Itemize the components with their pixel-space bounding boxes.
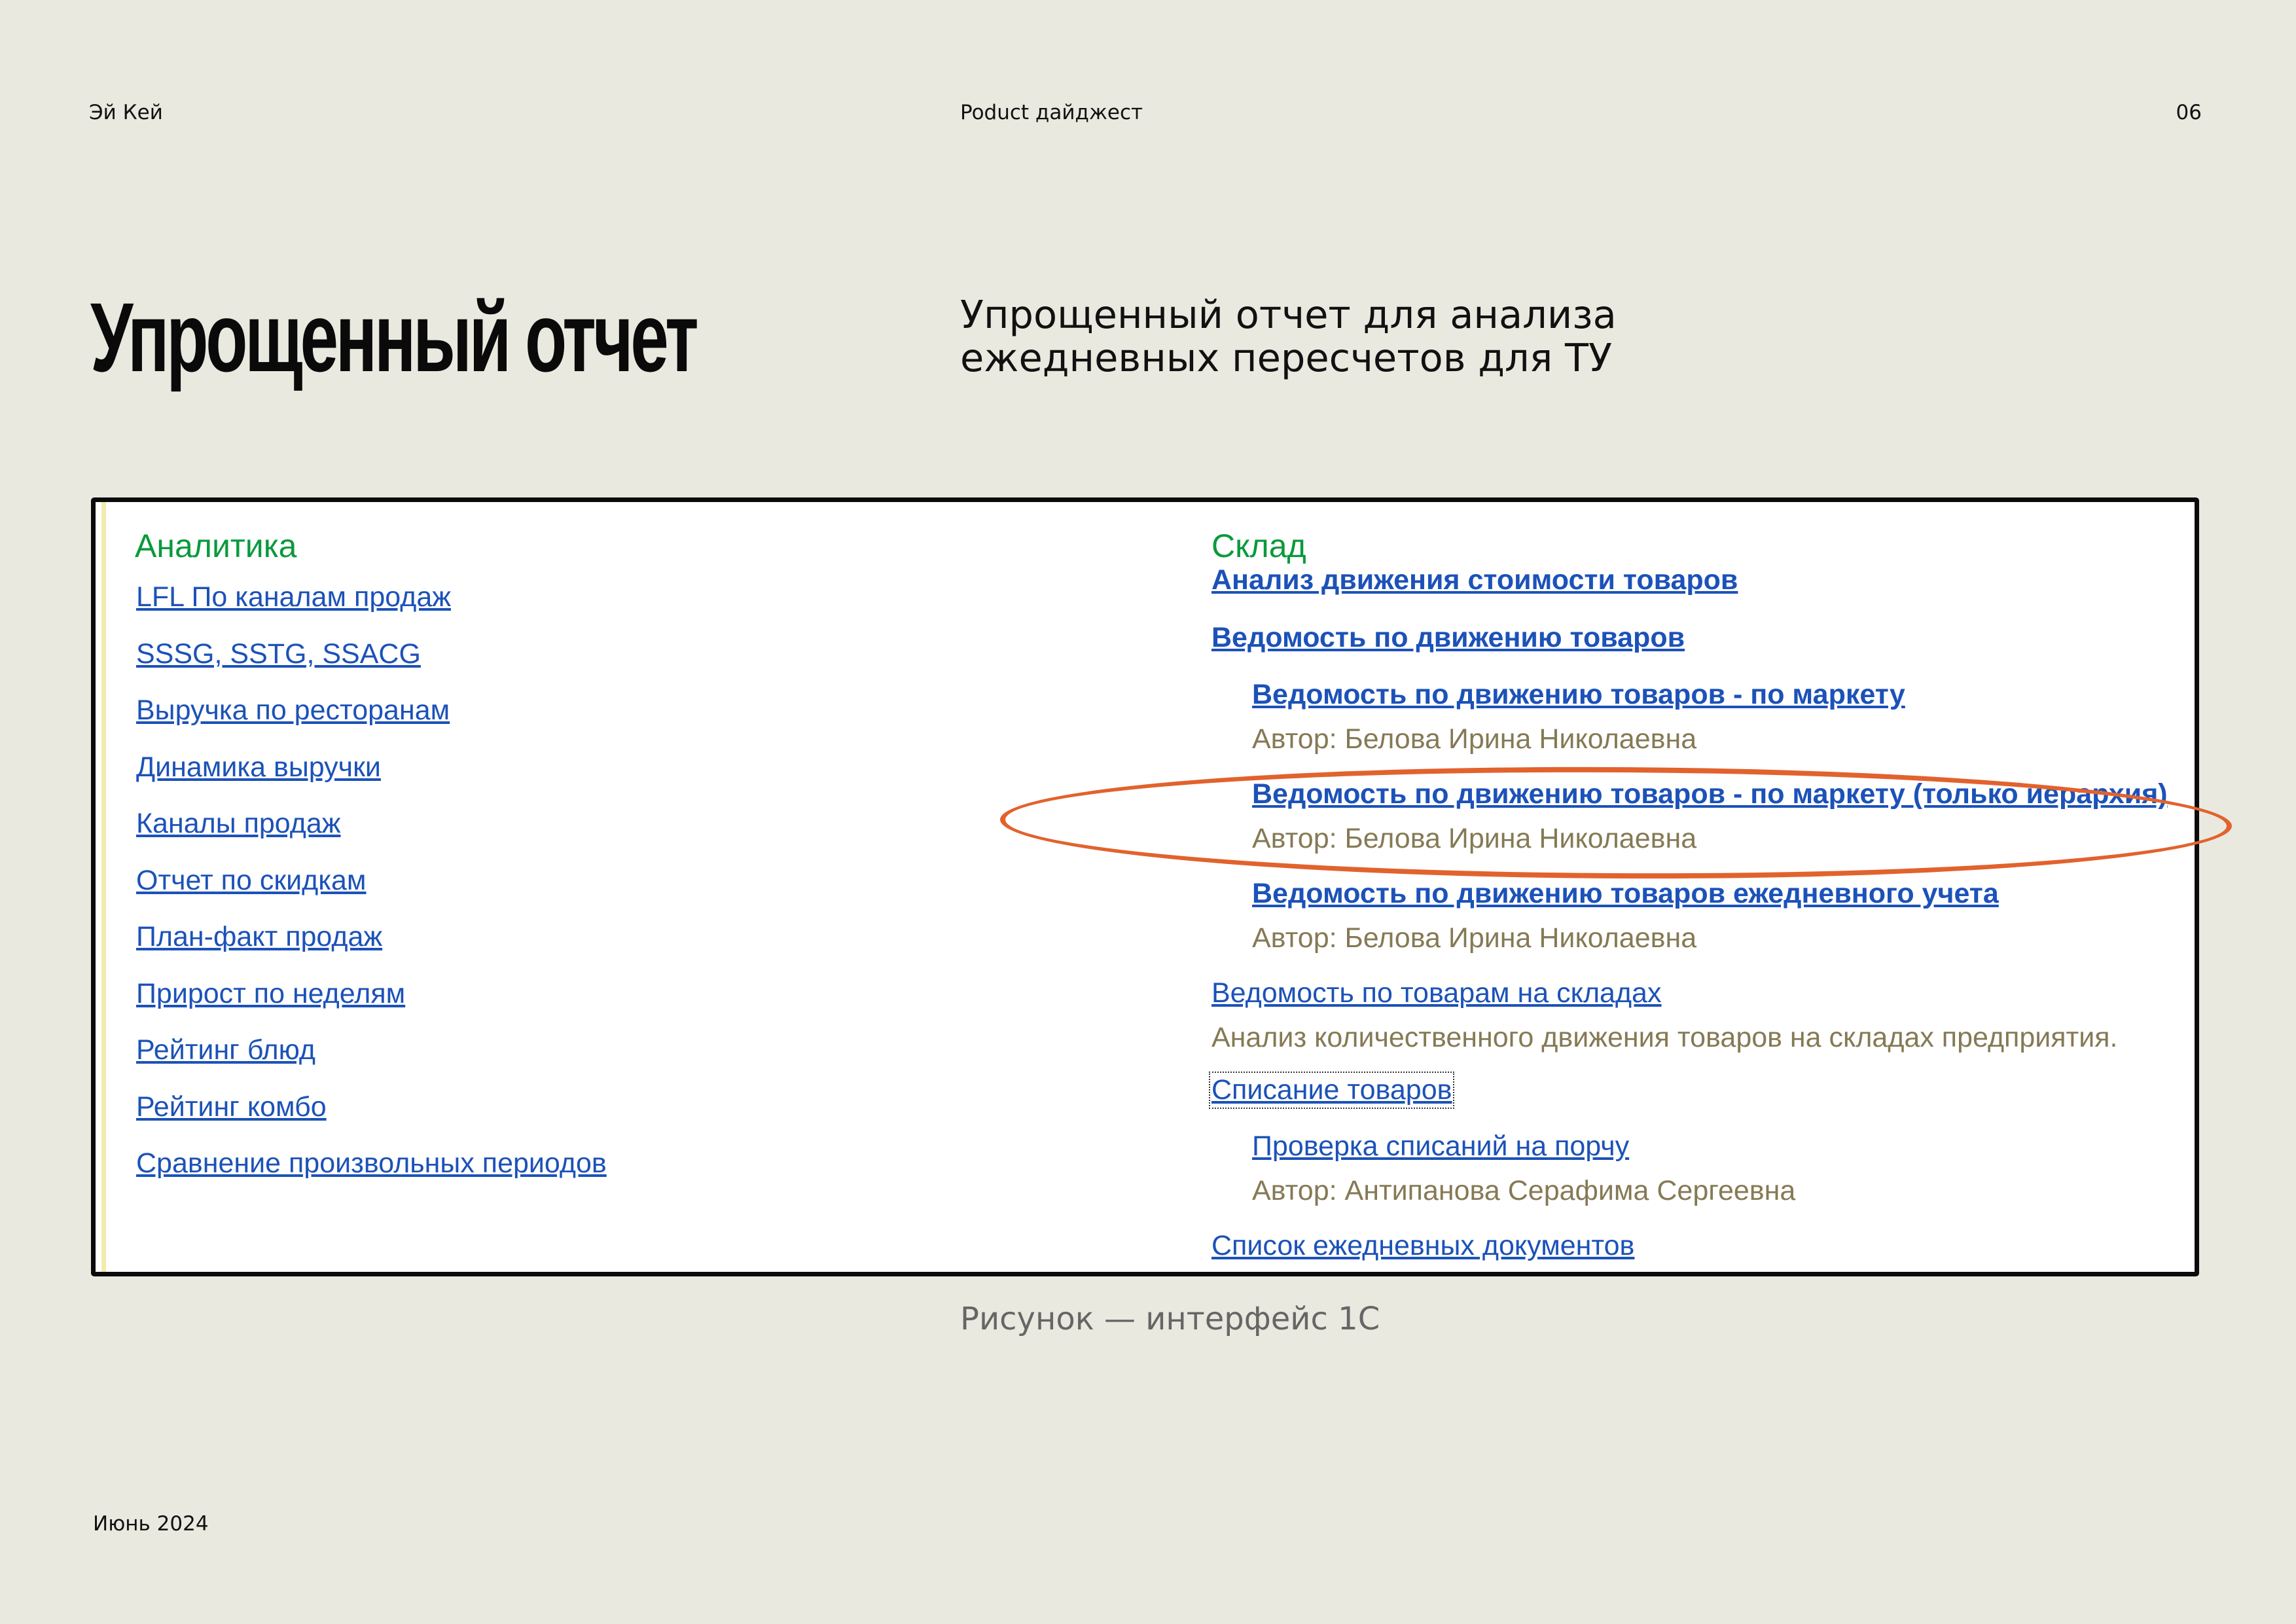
group-title-warehouse: Склад [1211, 528, 1306, 564]
group-title-analytics: Аналитика [135, 528, 297, 564]
report-link-revenue-dynamics[interactable]: Динамика выручки [136, 739, 1117, 796]
report-link-write-off[interactable]: Списание товаров [1208, 1072, 1455, 1109]
footer-date: Июнь 2024 [93, 1512, 209, 1536]
report-link-combo-rating[interactable]: Рейтинг комбо [136, 1079, 1117, 1136]
author-label: Автор: Белова Ирина Николаевна [1252, 922, 1697, 954]
report-link-lfl-channels[interactable]: LFL По каналам продаж [136, 569, 1117, 626]
group-warehouse: Склад Анализ движения стоимости товаров … [1208, 527, 2180, 1261]
page-number: 06 [2176, 101, 2202, 124]
author-label: Автор: Антипанова Серафима Сергеевна [1252, 1175, 1796, 1206]
report-link-spoilage-check[interactable]: Проверка списаний на порчу [1252, 1130, 1629, 1163]
report-link-warehouse-goods[interactable]: Ведомость по товарам на складах [1211, 977, 1661, 1009]
report-link-daily-documents[interactable]: Список ежедневных документов [1211, 1230, 1634, 1262]
report-link-goods-movement-market[interactable]: Ведомость по движению товаров - по марке… [1252, 679, 1905, 711]
report-link-dish-rating[interactable]: Рейтинг блюд [136, 1022, 1117, 1079]
subtitle-line-1: Упрощенный отчет для анализа [960, 292, 1617, 337]
report-link-revenue-restaurants[interactable]: Выручка по ресторанам [136, 682, 1117, 739]
report-link-discounts[interactable]: Отчет по скидкам [136, 852, 1117, 909]
report-link-period-compare[interactable]: Сравнение произвольных периодов [136, 1135, 1117, 1192]
report-link-weekly-growth[interactable]: Прирост по неделям [136, 965, 1117, 1022]
report-description: Анализ количественного движения товаров … [1211, 1022, 2118, 1053]
page-subtitle: Упрощенный отчет для анализа ежедневных … [960, 293, 1811, 380]
report-link-plan-fact[interactable]: План-факт продаж [136, 909, 1117, 965]
report-link-sssg[interactable]: SSSG, SSTG, SSACG [136, 626, 1117, 683]
report-link-cost-movement[interactable]: Анализ движения стоимости товаров [1211, 564, 1738, 596]
figure-caption: Рисунок — интерфейс 1С [960, 1301, 1380, 1337]
app-screenshot-1c: Аналитика LFL По каналам продаж SSSG, SS… [91, 497, 2199, 1276]
header-digest-label: Poduct дайджест [960, 101, 1143, 124]
group-analytics: Аналитика LFL По каналам продаж SSSG, SS… [135, 527, 1117, 1192]
report-link-goods-movement-daily[interactable]: Ведомость по движению товаров ежедневног… [1252, 878, 1999, 910]
header-left-label: Эй Кей [89, 101, 163, 124]
subtitle-line-2: ежедневных пересчетов для ТУ [960, 335, 1612, 380]
report-link-sales-channels[interactable]: Каналы продаж [136, 795, 1117, 852]
author-label: Автор: Белова Ирина Николаевна [1252, 723, 1697, 755]
report-link-goods-movement[interactable]: Ведомость по движению товаров [1211, 622, 1685, 654]
panel-accent-bar [101, 502, 106, 1272]
page-title: Упрощенный отчет [90, 282, 699, 392]
